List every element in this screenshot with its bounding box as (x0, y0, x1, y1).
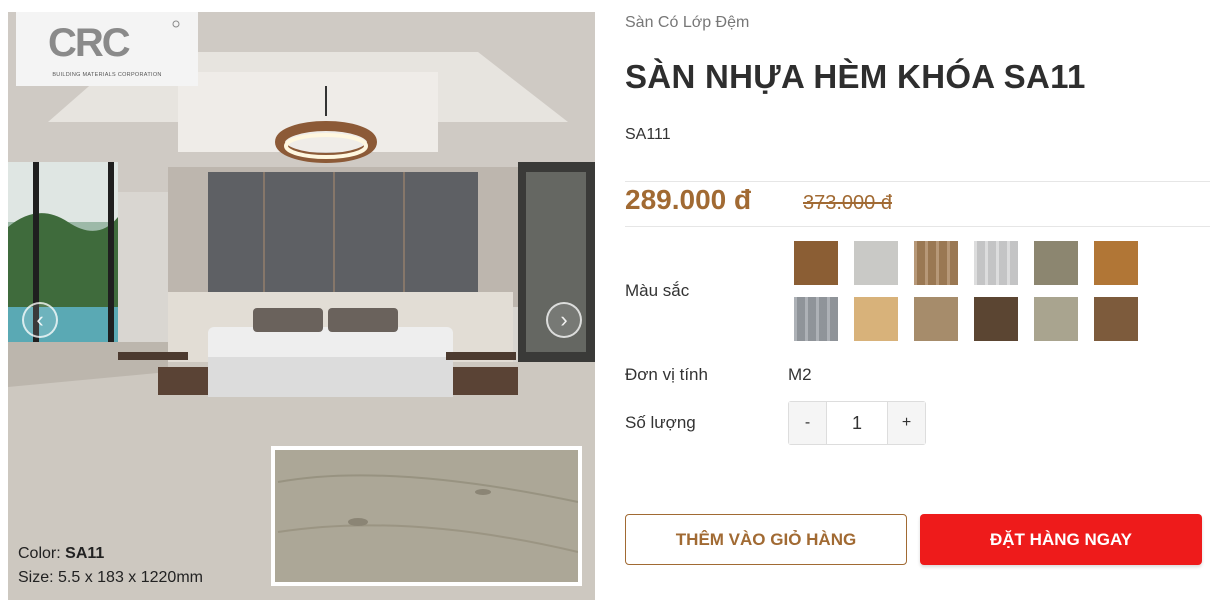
color-swatch[interactable] (1034, 241, 1078, 285)
image-caption: Color: SA11 Size: 5.5 x 183 x 1220mm (18, 542, 203, 590)
unit-value: M2 (788, 365, 812, 384)
color-swatch[interactable] (974, 297, 1018, 341)
color-swatch[interactable] (1034, 297, 1078, 341)
chevron-left-icon: ‹ (36, 307, 44, 332)
color-label: Màu sắc (625, 281, 690, 300)
quantity-stepper: - + (788, 401, 926, 445)
gallery-next-button[interactable]: › (546, 302, 582, 338)
buy-now-button[interactable]: ĐẶT HÀNG NGAY (920, 514, 1202, 565)
old-price: 373.000 đ (803, 192, 892, 214)
gallery-prev-button[interactable]: ‹ (22, 302, 58, 338)
unit-label: Đơn vị tính (625, 365, 708, 384)
svg-text:CRC: CRC (48, 21, 130, 65)
color-swatch-list (794, 241, 1138, 341)
color-swatch[interactable] (794, 241, 838, 285)
add-to-cart-button[interactable]: THÊM VÀO GIỎ HÀNG (625, 514, 907, 565)
color-swatch[interactable] (1094, 297, 1138, 341)
product-sku: SA111 (625, 126, 671, 143)
quantity-input[interactable] (826, 402, 888, 444)
caption-size: Size: 5.5 x 183 x 1220mm (18, 569, 203, 586)
floor-sample-inset (271, 446, 582, 586)
product-title: SÀN NHỰA HÈM KHÓA SA11 (625, 58, 1086, 95)
crc-logo-icon: CRC (48, 20, 180, 65)
color-swatch[interactable] (974, 241, 1018, 285)
caption-color-label: Color: (18, 545, 61, 562)
brand-logo: CRC BUILDING MATERIALS CORPORATION (16, 12, 198, 86)
logo-tagline: BUILDING MATERIALS CORPORATION (52, 72, 162, 78)
color-swatch[interactable] (854, 297, 898, 341)
current-price: 289.000 đ (625, 184, 752, 215)
divider (625, 226, 1210, 227)
caption-color-value: SA11 (65, 545, 105, 562)
product-image-gallery[interactable]: CRC BUILDING MATERIALS CORPORATION ‹ › C… (8, 12, 595, 600)
quantity-decrease-button[interactable]: - (789, 402, 826, 444)
color-swatch[interactable] (854, 241, 898, 285)
chevron-right-icon: › (560, 307, 568, 332)
color-swatch[interactable] (914, 241, 958, 285)
quantity-label: Số lượng (625, 413, 696, 432)
color-swatch[interactable] (914, 297, 958, 341)
color-swatch[interactable] (1094, 241, 1138, 285)
color-swatch[interactable] (794, 297, 838, 341)
product-category-link[interactable]: Sàn Có Lớp Đệm (625, 14, 749, 32)
quantity-increase-button[interactable]: + (888, 402, 925, 444)
divider (625, 181, 1210, 182)
